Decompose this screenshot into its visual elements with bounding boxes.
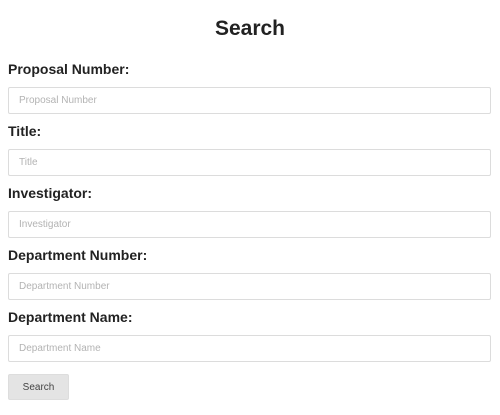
proposal-number-label: Proposal Number: xyxy=(8,61,130,77)
department-name-input[interactable] xyxy=(8,335,491,362)
search-button[interactable]: Search xyxy=(8,374,69,400)
department-number-input[interactable] xyxy=(8,273,491,300)
title-input[interactable] xyxy=(8,149,491,176)
proposal-number-input[interactable] xyxy=(8,87,491,114)
search-page: Search Proposal Number: Title: Investiga… xyxy=(0,0,500,415)
investigator-input[interactable] xyxy=(8,211,491,238)
title-label: Title: xyxy=(8,123,42,139)
investigator-label: Investigator: xyxy=(8,185,93,201)
page-title: Search xyxy=(214,17,286,40)
department-name-label: Department Name: xyxy=(8,309,133,325)
department-number-label: Department Number: xyxy=(8,247,148,263)
